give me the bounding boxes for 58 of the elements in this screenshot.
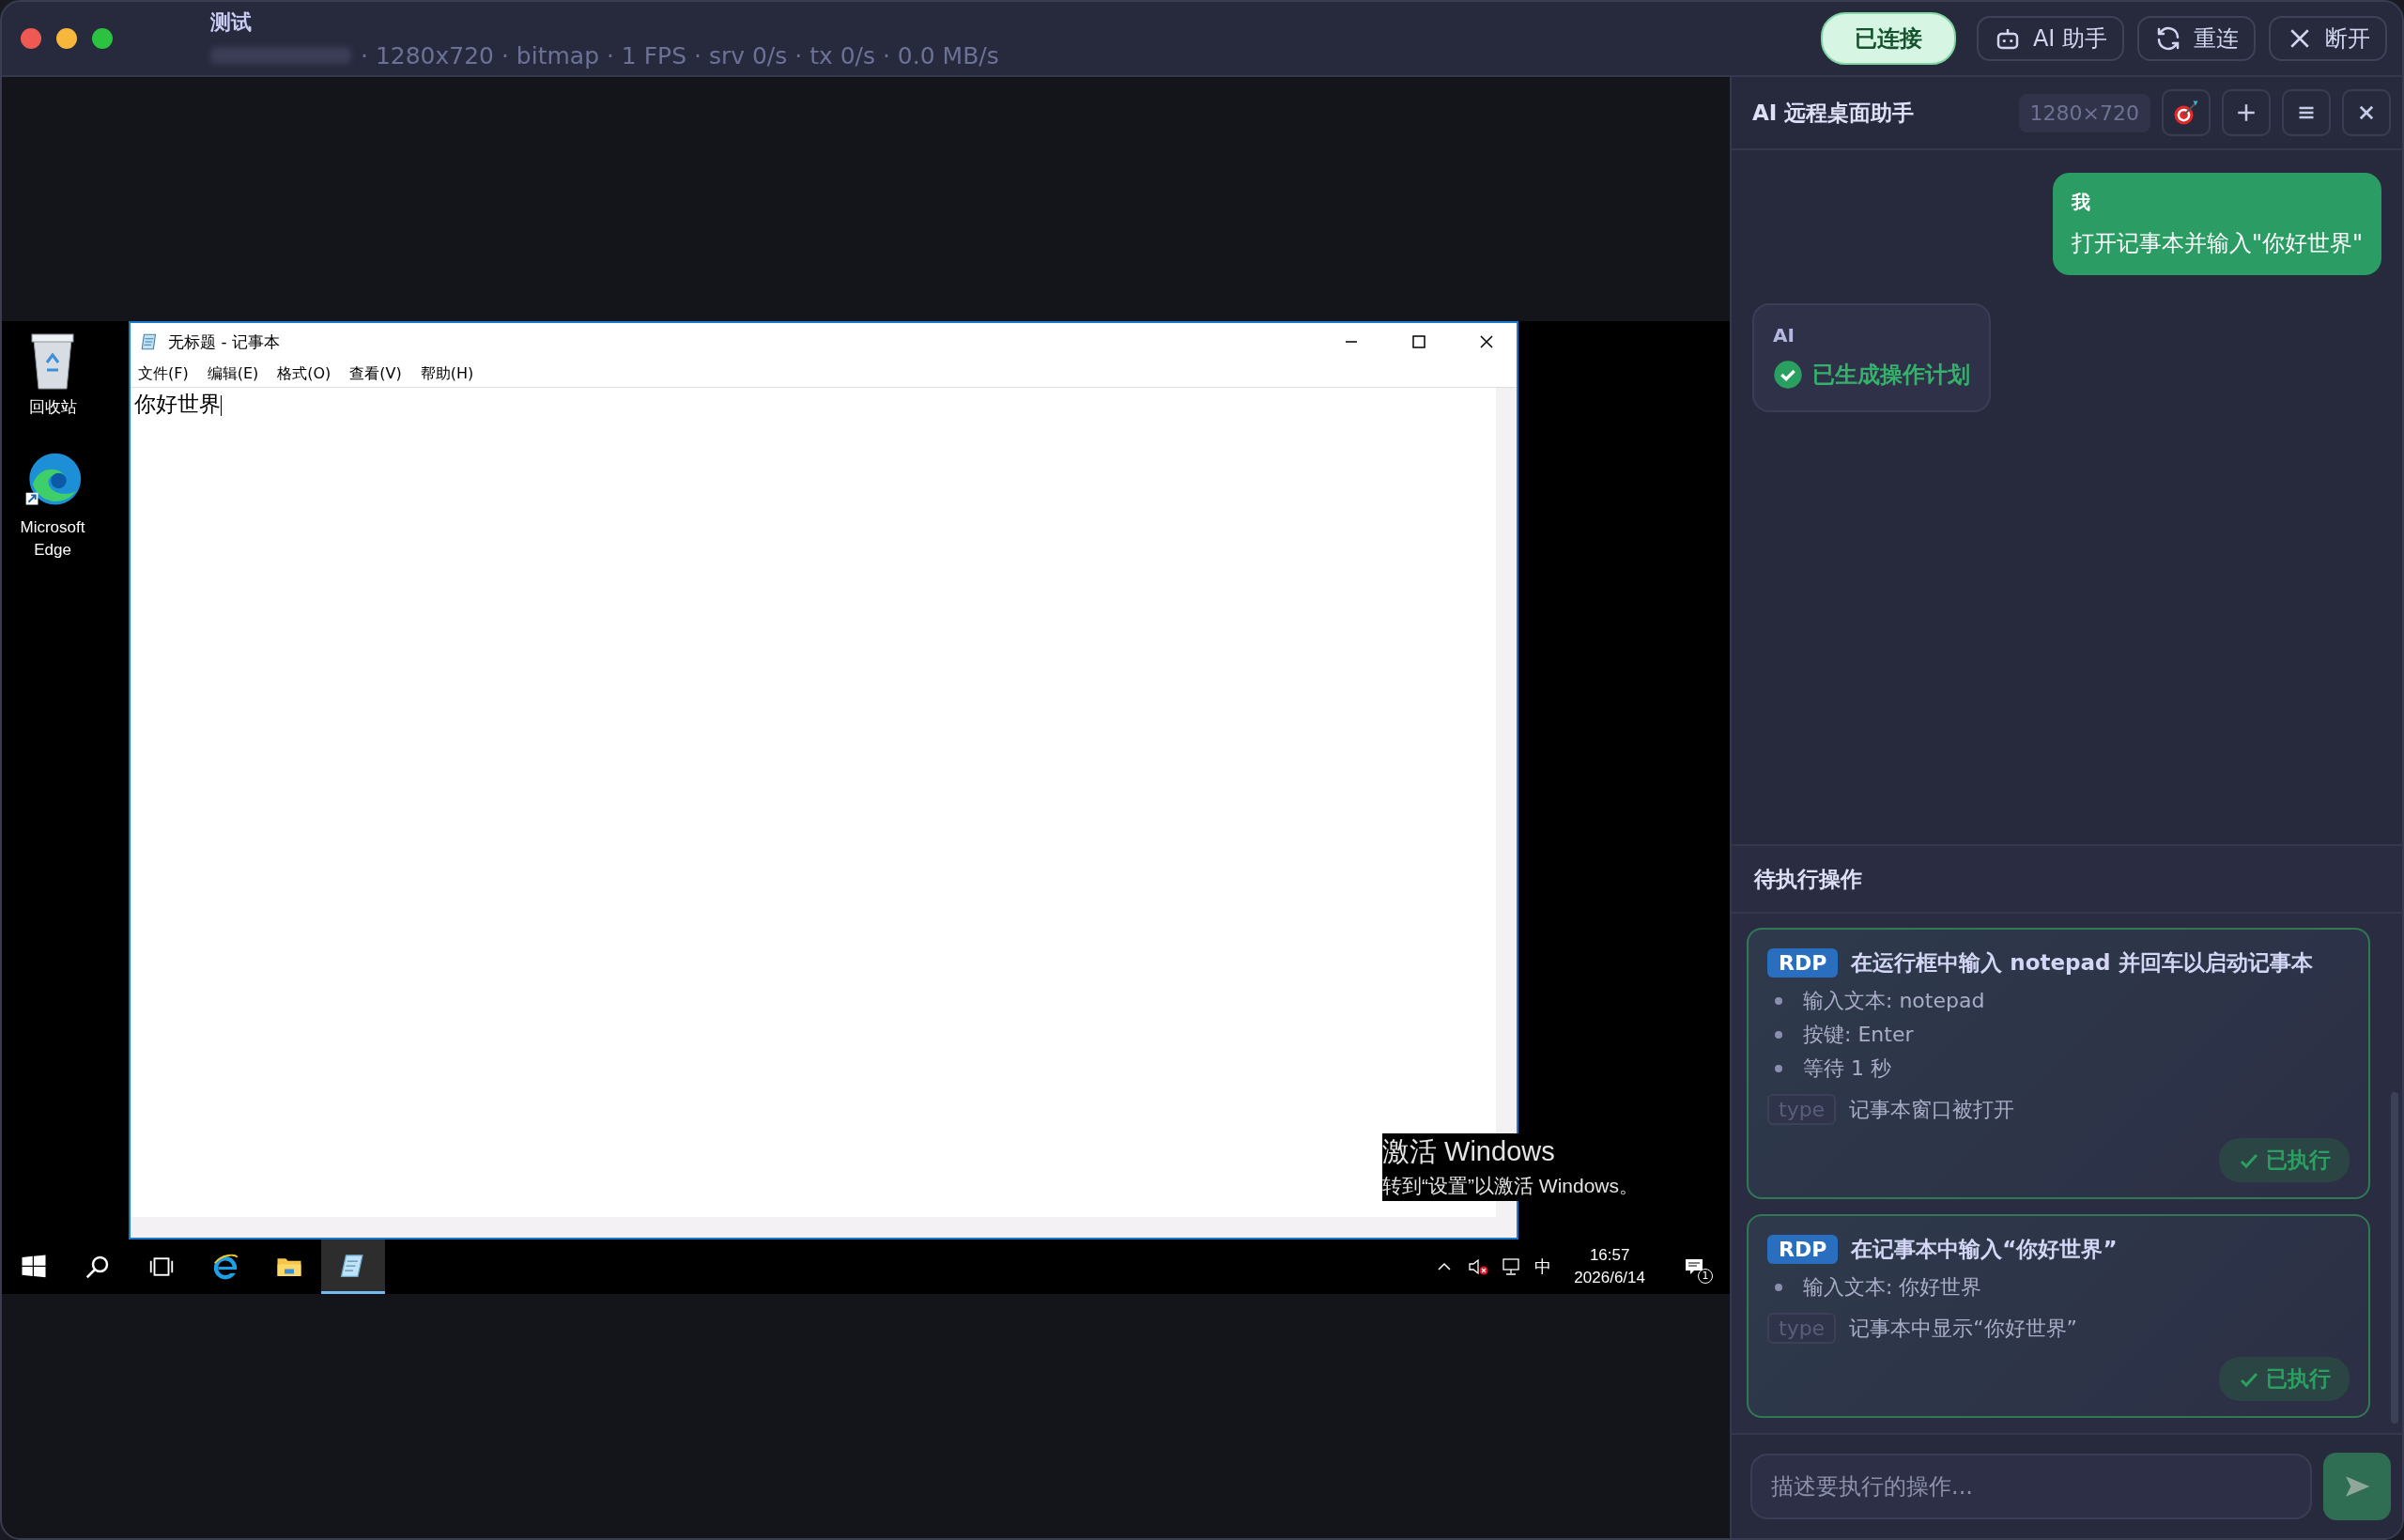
executed-status: 已执行 xyxy=(2219,1357,2350,1401)
plan-status: 已生成操作计划 xyxy=(1812,361,1970,390)
connection-stats: · 1280x720 · bitmap · 1 FPS · srv 0/s · tx 0/s · 0.0 MB/s xyxy=(361,41,999,69)
clock-date: 2026/6/14 xyxy=(1574,1269,1645,1287)
message-author: 我 xyxy=(2071,190,2091,215)
document-text: 你好世界 xyxy=(134,392,221,416)
executed-status: 已执行 xyxy=(2219,1138,2350,1182)
desktop-icon-label: 回收站 xyxy=(27,397,78,418)
action-title: 在运行框中输入 notepad 并回车以启动记事本 xyxy=(1851,949,2313,977)
minimize-window-button[interactable] xyxy=(56,28,77,49)
action-step: 等待 1 秒 xyxy=(1803,1055,1891,1083)
connection-status: 已连接 xyxy=(1820,12,1956,65)
command-input-field[interactable]: 描述要执行的操作... xyxy=(1750,1454,2312,1519)
menu-item[interactable]: 查看(V) xyxy=(349,363,402,384)
horizontal-scrollbar[interactable] xyxy=(131,1217,1517,1238)
section-title: 待执行操作 xyxy=(1754,865,1862,893)
window-title: 测试 xyxy=(210,8,253,36)
browser-e-icon xyxy=(211,1253,239,1281)
text-cursor xyxy=(221,394,222,416)
message-author: AI xyxy=(1773,324,1795,346)
expected-result: 记事本窗口被打开 xyxy=(1849,1096,2015,1123)
message-text: 打开记事本并输入"你好世界" xyxy=(2071,229,2363,258)
action-tag: RDP xyxy=(1767,1235,1839,1264)
disconnect-button[interactable]: 断开 xyxy=(2269,16,2387,61)
notepad-taskbar-button[interactable] xyxy=(321,1240,385,1294)
check-circle-icon xyxy=(1773,360,1803,390)
menu-item[interactable]: 帮助(H) xyxy=(420,363,474,384)
input-method-indicator[interactable]: 中 xyxy=(1534,1255,1552,1278)
target-icon xyxy=(2172,99,2200,127)
add-button[interactable] xyxy=(2222,89,2271,136)
panel-title: AI 远程桌面助手 xyxy=(1752,99,1915,127)
notification-count: 1 xyxy=(1698,1269,1713,1284)
resolution-label: 1280×720 xyxy=(2018,93,2150,132)
action-step: 输入文本: notepad xyxy=(1803,987,1985,1015)
send-button[interactable] xyxy=(2323,1453,2391,1520)
assistant-button[interactable]: AI 助手 xyxy=(1976,16,2124,61)
list-bullet xyxy=(1775,1031,1782,1039)
list-bullet xyxy=(1775,997,1782,1005)
action-step: 按键: Enter xyxy=(1803,1021,1914,1049)
menu-item[interactable]: 格式(O) xyxy=(277,363,331,384)
reconnect-button[interactable]: 重连 xyxy=(2137,16,2256,61)
action-title: 在记事本中输入“你好世界” xyxy=(1851,1236,2118,1263)
action-step: 输入文本: 你好世界 xyxy=(1803,1273,1982,1301)
zoom-window-button[interactable] xyxy=(92,28,113,49)
close-window-button[interactable] xyxy=(21,28,41,49)
list-bullet xyxy=(1775,1284,1782,1291)
notepad-title: 无标题 - 记事本 xyxy=(168,331,280,353)
menu-item[interactable]: 文件(F) xyxy=(138,363,189,384)
menu-item[interactable]: 编辑(E) xyxy=(207,363,259,384)
action-tag: RDP xyxy=(1767,948,1839,978)
activation-notice-title: 激活 Windows xyxy=(1382,1133,1555,1171)
list-bullet xyxy=(1775,1065,1782,1072)
clock-time: 16:57 xyxy=(1589,1246,1630,1265)
desktop-icon-label: Microsoft Edge xyxy=(19,516,86,561)
close-button[interactable] xyxy=(2342,89,2391,136)
menu-button[interactable] xyxy=(2282,89,2331,136)
target-button[interactable] xyxy=(2162,89,2211,136)
expected-result: 记事本中显示“你好世界” xyxy=(1849,1315,2077,1342)
